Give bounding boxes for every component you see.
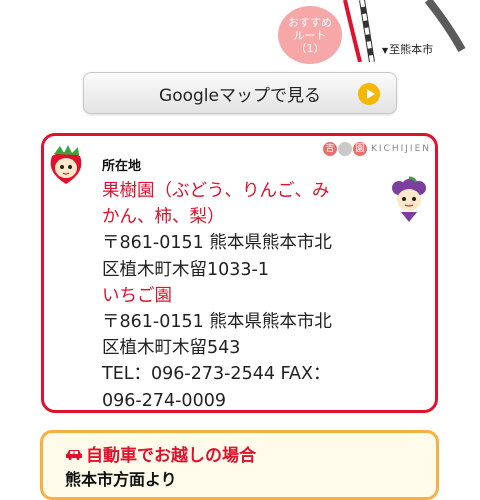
recommended-route-badge: おすすめ ルート （1） [278, 6, 342, 64]
orchard-address: 区植木町木留1033-1 [102, 259, 269, 280]
strawberry-mascot-icon [50, 145, 82, 184]
orchard-name: かん、柿、梨） [102, 207, 225, 228]
play-arrow-icon [358, 83, 380, 105]
route-badge-line: おすすめ [288, 15, 332, 29]
strawberry-farm-address: 区植木町木留543 [102, 338, 241, 359]
down-triangle-icon: ▼ [382, 46, 389, 55]
kichijien-logo: 吉 園 KICHIJIEN [323, 142, 431, 156]
orchard-address: 〒861-0151 熊本県熊本市北 [102, 233, 332, 254]
car-icon [66, 449, 82, 460]
logo-text: KICHIJIEN [371, 144, 431, 154]
google-maps-button-label: Googleマップで見る [159, 85, 321, 106]
logo-mark: 吉 [323, 142, 337, 156]
location-details: 果樹園（ぶどう、りんご、み かん、柿、梨） 〒861-0151 熊本県熊本市北 … [102, 178, 382, 414]
car-access-title: 自動車でお越しの場合 [65, 441, 256, 466]
car-access-title-text: 自動車でお越しの場合 [86, 446, 256, 466]
destination-label: ▼至熊本市 [382, 41, 433, 57]
logo-mark: 園 [353, 142, 367, 156]
from-kumamoto-heading: 熊本市方面より [65, 470, 177, 489]
strawberry-farm-address: 〒861-0151 熊本県熊本市北 [102, 312, 332, 333]
grape-mascot-icon [392, 176, 426, 222]
google-maps-button[interactable]: Googleマップで見る [83, 72, 397, 114]
car-access-section: 自動車でお越しの場合 熊本市方面より [40, 430, 439, 500]
location-card: 吉 園 KICHIJIEN 所在地 果樹園（ぶどう、りんご、み かん、柿、梨） … [41, 133, 438, 413]
location-heading: 所在地 [102, 159, 142, 174]
phone-fax: TEL：096-273-2544 FAX： [102, 364, 331, 385]
phone-fax: 096-274-0009 [102, 390, 226, 411]
orchard-name: 果樹園（ぶどう、りんご、み [102, 181, 330, 201]
route-map-fragment: おすすめ ルート （1） ▼至熊本市 [0, 0, 480, 64]
destination-text: 至熊本市 [389, 43, 434, 56]
route-badge-line: （1） [295, 41, 325, 55]
logo-mark-flower-icon [338, 142, 352, 156]
route-badge-line: ルート [293, 28, 327, 42]
strawberry-farm-name: いちご園 [102, 285, 172, 306]
